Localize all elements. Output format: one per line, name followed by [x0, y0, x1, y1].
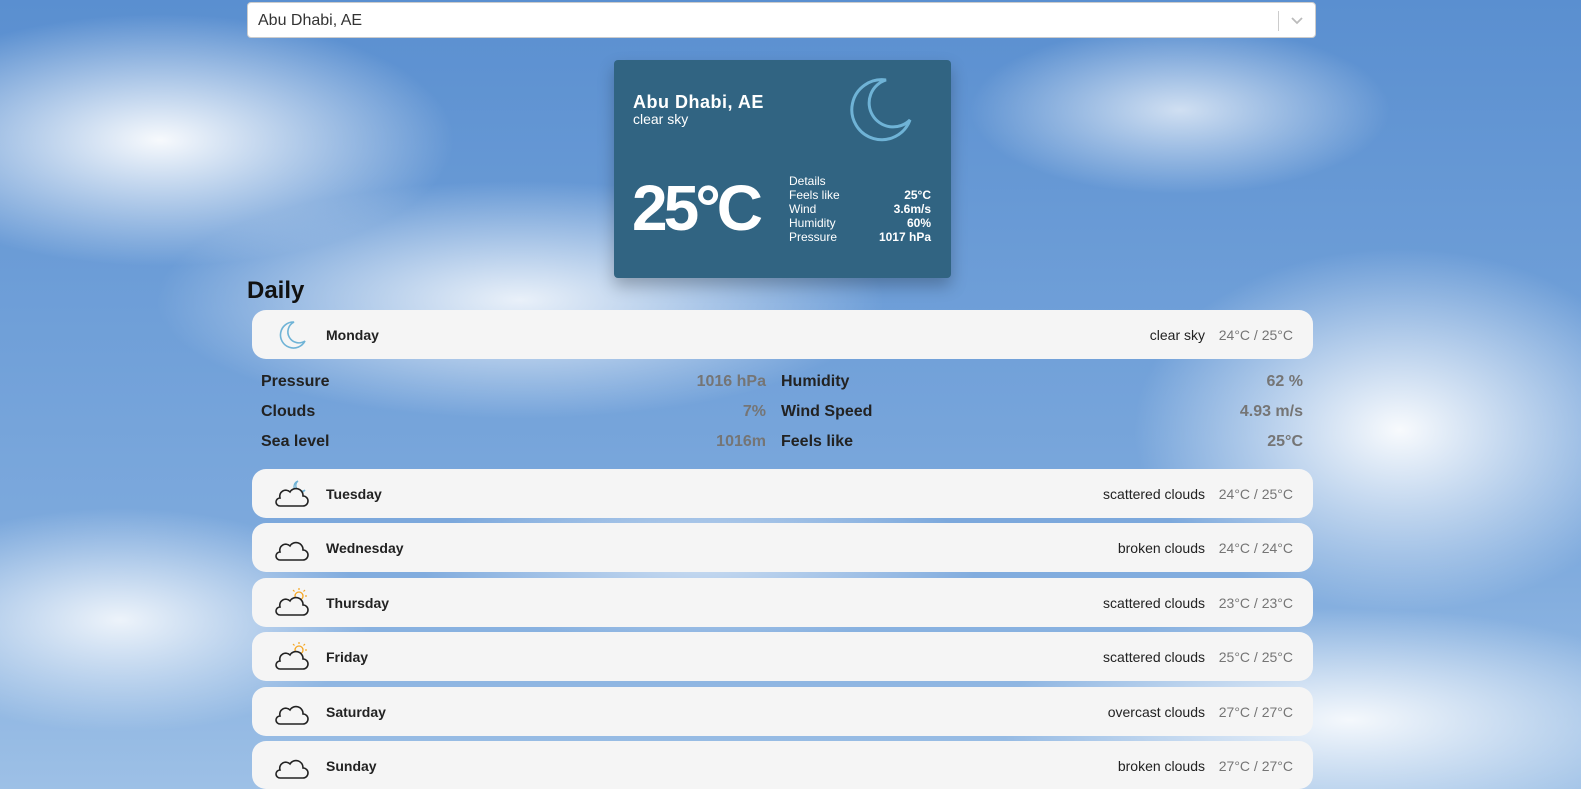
day-condition: scattered clouds	[1103, 649, 1205, 665]
cloud-icon	[275, 541, 309, 561]
detail-feels-like: Feels like 25°C	[781, 433, 1303, 455]
day-row-tuesday[interactable]: Tuesday scattered clouds 24°C / 25°C	[252, 469, 1313, 518]
detail-row-humidity: Humidity 60%	[789, 216, 931, 230]
current-description: clear sky	[633, 111, 689, 127]
detail-value: 1016m	[716, 433, 766, 450]
day-temp-range: 24°C / 24°C	[1218, 540, 1293, 556]
day-row-thursday[interactable]: Thursday scattered clouds 23°C / 23°C	[252, 578, 1313, 627]
details-title: Details	[789, 174, 826, 188]
daily-heading: Daily	[247, 277, 305, 304]
chevron-down-icon[interactable]	[1289, 12, 1305, 28]
current-city: Abu Dhabi, AE	[633, 92, 764, 112]
day-name: Monday	[326, 327, 379, 343]
day-temp-range: 24°C / 25°C	[1218, 327, 1293, 343]
detail-sea-level: Sea level 1016m	[261, 433, 766, 455]
detail-value: 7%	[742, 403, 766, 420]
day-name: Tuesday	[326, 486, 382, 502]
moon-icon	[279, 321, 306, 349]
detail-value: 4.93 m/s	[1239, 403, 1303, 420]
day-condition: clear sky	[1149, 327, 1205, 343]
detail-label: Wind	[789, 202, 817, 216]
detail-clouds: Clouds 7%	[261, 403, 766, 425]
day-condition: overcast clouds	[1107, 704, 1205, 720]
day-row-wednesday[interactable]: Wednesday broken clouds 24°C / 24°C	[252, 523, 1313, 572]
day-name: Thursday	[326, 595, 390, 611]
detail-value: 25°C	[1267, 433, 1303, 450]
day-condition: scattered clouds	[1103, 595, 1205, 611]
day-condition: broken clouds	[1117, 540, 1205, 556]
detail-value: 1017 hPa	[878, 230, 931, 244]
detail-value: 3.6m/s	[893, 202, 931, 216]
detail-pressure: Pressure 1016 hPa	[261, 373, 766, 395]
city-search-value: Abu Dhabi, AE	[258, 12, 363, 29]
current-temperature: 25°C	[632, 172, 763, 244]
detail-label: Feels like	[781, 433, 854, 450]
day-row-monday[interactable]: Monday clear sky 24°C / 25°C	[252, 310, 1313, 359]
detail-row-pressure: Pressure 1017 hPa	[789, 230, 931, 244]
current-weather-card: Abu Dhabi, AE clear sky 25°C Details Fee…	[614, 60, 951, 278]
detail-value: 60%	[906, 216, 931, 230]
detail-label: Wind Speed	[781, 403, 873, 420]
detail-value: 25°C	[904, 188, 931, 202]
day-temp-range: 27°C / 27°C	[1218, 758, 1293, 774]
cloud-moon-icon	[275, 480, 309, 507]
cloud-icon	[275, 705, 309, 725]
detail-label: Pressure	[789, 230, 838, 244]
select-separator	[1278, 11, 1279, 31]
detail-label: Pressure	[261, 373, 330, 390]
details-title-row: Details	[789, 174, 931, 188]
day-temp-range: 24°C / 25°C	[1218, 486, 1293, 502]
day-temp-range: 27°C / 27°C	[1218, 704, 1293, 720]
detail-row-wind: Wind 3.6m/s	[789, 202, 931, 216]
day-temp-range: 23°C / 23°C	[1218, 595, 1293, 611]
details-panel: Details Feels like 25°C Wind 3.6m/s Humidi…	[789, 174, 931, 244]
detail-label: Clouds	[261, 403, 316, 420]
cloud-sun-icon	[275, 588, 309, 616]
city-search-select[interactable]: Abu Dhabi, AE	[247, 2, 1316, 38]
day-name: Sunday	[326, 758, 377, 774]
detail-wind-speed: Wind Speed 4.93 m/s	[781, 403, 1303, 425]
day-name: Wednesday	[326, 540, 404, 556]
day-condition: scattered clouds	[1103, 486, 1205, 502]
detail-label: Humidity	[781, 373, 850, 390]
detail-label: Sea level	[261, 433, 330, 450]
day-condition: broken clouds	[1117, 758, 1205, 774]
day-name: Saturday	[326, 704, 386, 720]
detail-row-feels-like: Feels like 25°C	[789, 188, 931, 202]
detail-value: 62 %	[1266, 373, 1303, 390]
detail-humidity: Humidity 62 %	[781, 373, 1303, 395]
day-row-saturday[interactable]: Saturday overcast clouds 27°C / 27°C	[252, 687, 1313, 736]
cloud-sun-icon	[275, 642, 309, 670]
moon-icon	[850, 78, 912, 142]
day-temp-range: 25°C / 25°C	[1218, 649, 1293, 665]
cloud-icon	[275, 759, 309, 779]
detail-label: Humidity	[789, 216, 836, 230]
day-row-sunday[interactable]: Sunday broken clouds 27°C / 27°C	[252, 741, 1313, 789]
detail-label: Feels like	[789, 188, 840, 202]
day-row-friday[interactable]: Friday scattered clouds 25°C / 25°C	[252, 632, 1313, 681]
detail-value: 1016 hPa	[696, 373, 766, 390]
day-name: Friday	[326, 649, 369, 665]
